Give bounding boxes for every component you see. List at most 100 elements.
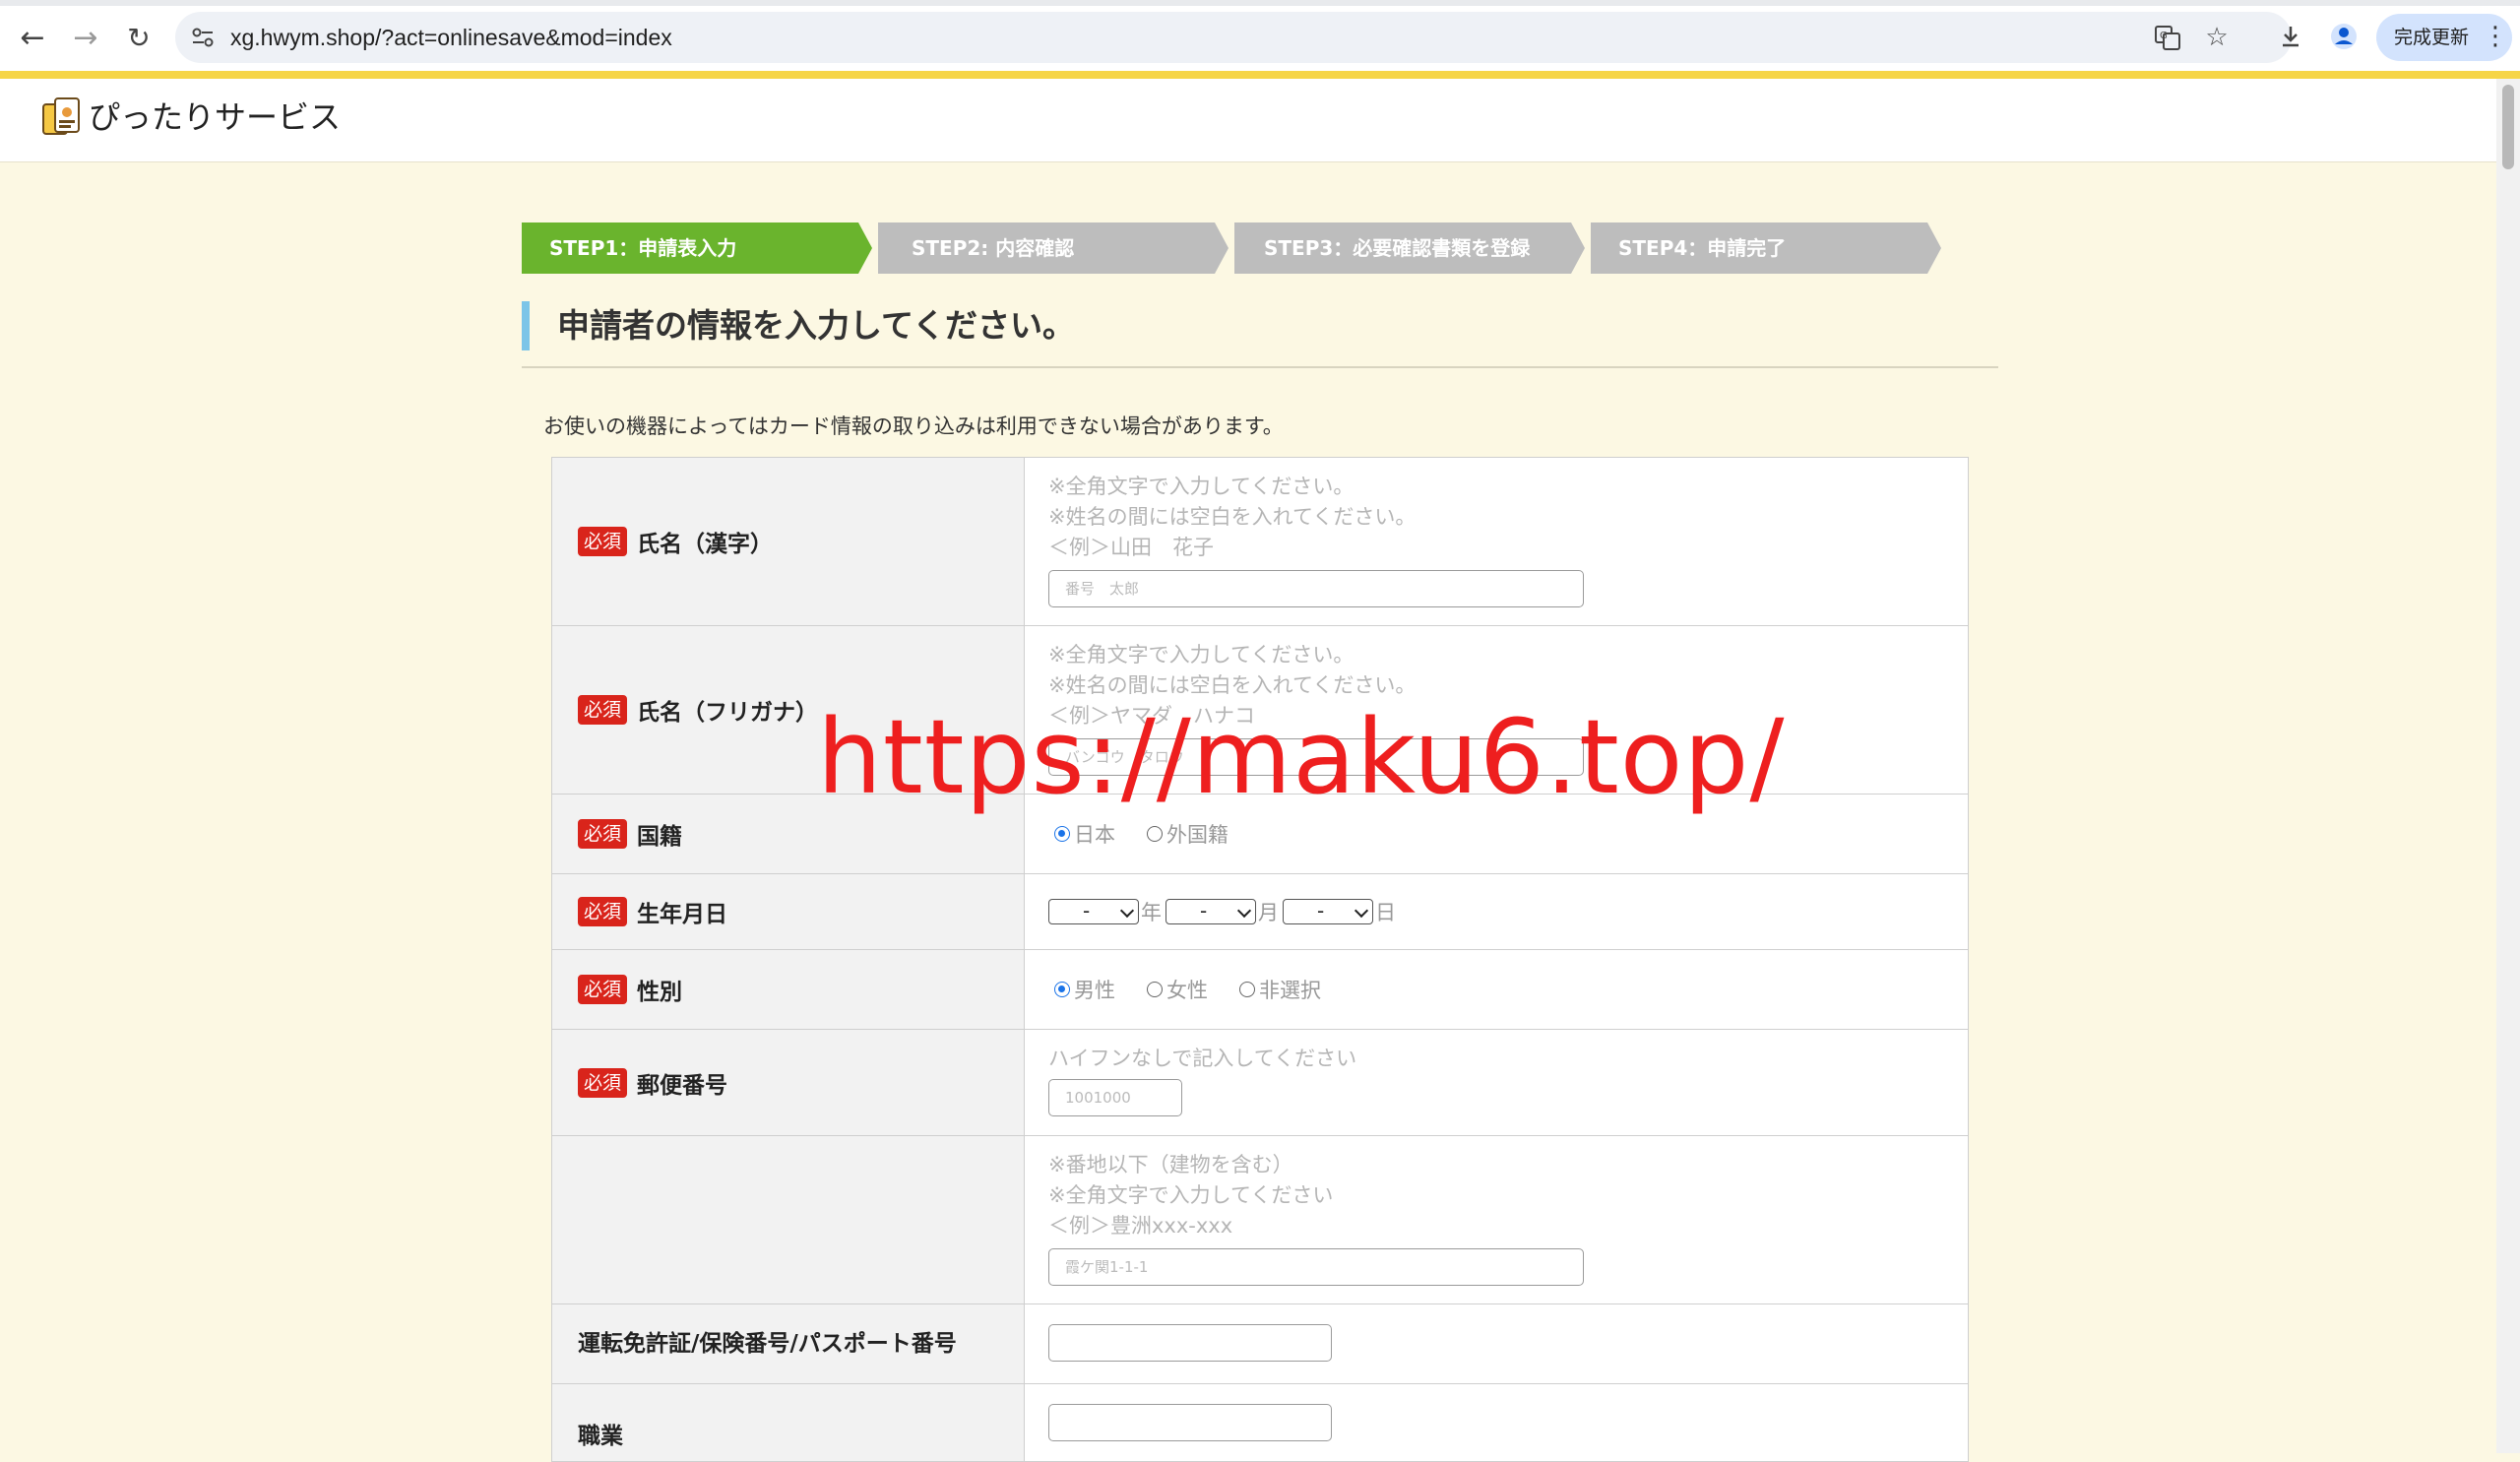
step-1: STEP1：申請表入力 [522, 222, 872, 274]
row-label-cell: 必須 氏名（漢字） [552, 458, 1025, 625]
chevron-down-icon [1236, 903, 1252, 919]
bookmark-star-icon[interactable]: ☆ [2201, 22, 2233, 53]
row-field-cell: ハイフンなしで記入してください 1001000 [1025, 1030, 1968, 1135]
label-gender: 性別 [637, 980, 683, 1005]
radio-button[interactable] [1054, 826, 1070, 842]
step-3: STEP3：必要確認書類を登録 [1234, 222, 1585, 274]
required-badge: 必須 [578, 527, 628, 556]
radio-label: 非選択 [1259, 979, 1321, 1002]
tab-strip [0, 0, 2520, 6]
page-scrollbar[interactable] [2496, 79, 2520, 1453]
site-header: ぴったりサービス [0, 79, 2496, 162]
hint-line: ※全角文字で入力してください [1048, 1183, 1334, 1207]
label-group: 必須 性別 [578, 973, 682, 1006]
logo-icon[interactable] [39, 95, 85, 142]
radio-button[interactable] [1147, 982, 1163, 997]
radio-option-male[interactable]: 男性 [1054, 975, 1115, 1004]
site-info-icon[interactable] [189, 24, 217, 51]
watermark-url: https://maku6.top/ [817, 697, 1786, 817]
label-group: 必須 氏名（フリガナ） [578, 693, 818, 727]
update-button-label: 完成更新 [2394, 27, 2470, 48]
row-postal: 必須 郵便番号 ハイフンなしで記入してください 1001000 [551, 1029, 1969, 1136]
row-label-cell: 必須 郵便番号 [552, 1030, 1025, 1135]
update-button[interactable]: 完成更新 ⋮ [2376, 14, 2512, 61]
hint-line: ※全角文字で入力してください。 [1048, 475, 1354, 498]
row-occupation: 職業 [551, 1383, 1969, 1462]
step-4: STEP4：申請完了 [1591, 222, 1941, 274]
radio-label: 日本 [1074, 823, 1115, 847]
required-badge: 必須 [578, 975, 628, 1004]
radio-label: 女性 [1166, 979, 1208, 1002]
label-group: 必須 国籍 [578, 817, 682, 851]
url-text[interactable]: xg.hwym.shop/?act=onlinesave&mod=index [230, 22, 672, 53]
label-birthdate: 生年月日 [637, 902, 728, 927]
name-kanji-input[interactable]: 番号 太郎 [1048, 570, 1584, 607]
radio-option-japan[interactable]: 日本 [1054, 819, 1115, 849]
hint-line: ※全角文字で入力してください。 [1048, 643, 1354, 667]
hint-line: ※番地以下（建物を含む） [1048, 1153, 1293, 1176]
back-icon[interactable]: ← [16, 22, 49, 55]
row-label-cell: 職業 [552, 1384, 1025, 1461]
radio-label: 外国籍 [1166, 823, 1228, 847]
step-1-label: STEP1：申請表入力 [549, 236, 737, 260]
nationality-radio-group: 日本 外国籍 [1054, 819, 1260, 849]
profile-avatar-icon[interactable] [2327, 20, 2361, 53]
site-name[interactable]: ぴったりサービス [89, 96, 341, 138]
heading-accent [522, 301, 530, 350]
license-number-input[interactable] [1048, 1324, 1332, 1362]
label-group: 必須 氏名（漢字） [578, 525, 773, 558]
radio-option-unselected[interactable]: 非選択 [1239, 975, 1321, 1004]
radio-button[interactable] [1239, 982, 1255, 997]
download-icon[interactable] [2274, 20, 2307, 53]
hint-line: ＜例＞山田 花子 [1048, 536, 1214, 559]
row-field-cell: - 年 - 月 - 日 [1025, 874, 1968, 949]
birth-day-select[interactable]: - [1283, 899, 1373, 924]
row-label-cell: 必須 生年月日 [552, 874, 1025, 949]
chevron-down-icon [1119, 903, 1135, 919]
label-license: 運転免許証/保険番号/パスポート番号 [578, 1330, 957, 1357]
row-field-cell: ※全角文字で入力してください。 ※姓名の間には空白を入れてください。 ＜例＞山田… [1025, 458, 1968, 625]
row-name-kanji: 必須 氏名（漢字） ※全角文字で入力してください。 ※姓名の間には空白を入れてく… [551, 457, 1969, 626]
birth-year-select[interactable]: - [1048, 899, 1139, 924]
page-title: 申請者の情報を入力してください。 [557, 306, 1076, 345]
select-value: - [1200, 899, 1208, 922]
radio-button[interactable] [1054, 982, 1070, 997]
step-4-label: STEP4：申請完了 [1618, 236, 1787, 260]
postal-code-input[interactable]: 1001000 [1048, 1079, 1182, 1116]
translate-icon[interactable]: G [2152, 22, 2183, 53]
label-name-kana: 氏名（フリガナ） [637, 700, 819, 726]
required-badge: 必須 [578, 1067, 628, 1098]
more-menu-icon[interactable]: ⋮ [2483, 20, 2508, 53]
address-bar[interactable]: xg.hwym.shop/?act=onlinesave&mod=index G… [175, 12, 2292, 63]
required-badge: 必須 [578, 695, 628, 725]
radio-label: 男性 [1074, 979, 1115, 1002]
row-field-cell [1025, 1304, 1968, 1383]
reload-icon[interactable]: ↻ [122, 22, 156, 55]
select-value: - [1083, 899, 1091, 922]
step-2-label: STEP2: 内容確認 [912, 236, 1075, 260]
row-label-cell [552, 1136, 1025, 1303]
svg-text:G: G [2160, 31, 2168, 41]
label-group: 必須 郵便番号 [578, 1066, 727, 1100]
hint-line: ハイフンなしで記入してください [1048, 1047, 1357, 1070]
radio-option-female[interactable]: 女性 [1147, 975, 1208, 1004]
row-birthdate: 必須 生年月日 - 年 - 月 - 日 [551, 873, 1969, 950]
row-license: 運転免許証/保険番号/パスポート番号 [551, 1303, 1969, 1384]
birthdate-selects: - 年 - 月 - 日 [1048, 897, 1400, 926]
label-name-kanji: 氏名（漢字） [637, 532, 774, 557]
address-input[interactable]: 霞ケ関1-1-1 [1048, 1248, 1584, 1286]
notice-text: お使いの機器によってはカード情報の取り込みは利用できない場合があります。 [543, 414, 1284, 438]
browser-toolbar: ← → ↻ xg.hwym.shop/?act=onlinesave&mod=i… [0, 0, 2520, 73]
heading-divider [522, 366, 1998, 368]
row-field-cell: ※番地以下（建物を含む） ※全角文字で入力してください ＜例＞豊洲xxx-xxx… [1025, 1136, 1968, 1303]
required-badge: 必須 [578, 819, 628, 849]
label-postal: 郵便番号 [637, 1072, 728, 1099]
birth-month-select[interactable]: - [1166, 899, 1256, 924]
forward-icon[interactable]: → [69, 22, 102, 55]
radio-option-foreign[interactable]: 外国籍 [1147, 819, 1228, 849]
radio-button[interactable] [1147, 826, 1163, 842]
occupation-input[interactable] [1048, 1404, 1332, 1441]
select-value: - [1317, 899, 1325, 922]
label-group: 必須 生年月日 [578, 895, 727, 928]
scrollbar-thumb[interactable] [2502, 85, 2514, 169]
